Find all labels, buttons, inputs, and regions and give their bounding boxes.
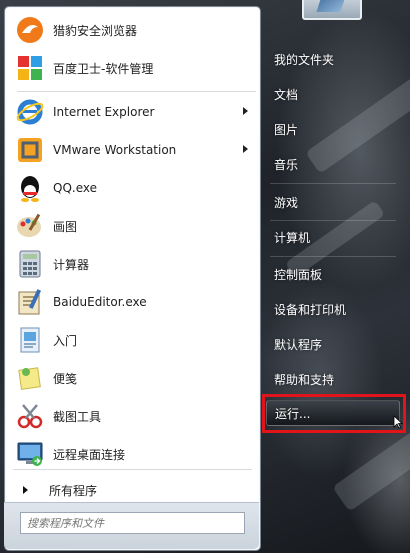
program-label: 计算器 <box>53 257 90 272</box>
place-documents[interactable]: 文档 <box>266 79 400 109</box>
place-label: 游戏 <box>274 195 299 210</box>
user-account-picture[interactable] <box>302 0 362 20</box>
qq-icon <box>21 176 39 202</box>
separator <box>270 256 396 257</box>
snipping-tool-icon <box>17 404 43 429</box>
program-label: 猎豹安全浏览器 <box>53 23 138 38</box>
all-programs-label: 所有程序 <box>49 483 98 498</box>
program-item[interactable]: 百度卫士-软件管理 <box>9 49 256 87</box>
expand-arrow-icon <box>23 486 28 494</box>
calculator-icon <box>19 250 41 278</box>
place-help-support[interactable]: 帮助和支持 <box>266 364 400 394</box>
program-item[interactable]: 入门 <box>9 321 256 359</box>
liebao-browser-icon <box>17 17 43 43</box>
program-item[interactable]: 画图 <box>9 207 256 245</box>
program-label: Internet Explorer <box>53 105 155 119</box>
program-label: BaiduEditor.exe <box>53 295 147 309</box>
place-devices-printers[interactable]: 设备和打印机 <box>266 294 400 324</box>
place-label: 设备和打印机 <box>274 302 347 317</box>
place-label: 默认程序 <box>274 337 323 352</box>
sticky-notes-icon <box>18 367 41 390</box>
internet-explorer-icon <box>16 99 44 125</box>
separator <box>270 220 396 221</box>
separator <box>270 183 396 184</box>
program-label: VMware Workstation <box>53 143 177 157</box>
program-list: 猎豹安全浏览器 百度卫士-软件管理 Internet Explorer VMwa… <box>9 11 256 473</box>
program-item[interactable]: Internet Explorer <box>9 93 256 131</box>
program-label: 百度卫士-软件管理 <box>53 61 154 76</box>
place-pictures[interactable]: 图片 <box>266 114 400 144</box>
software-manager-icon <box>18 56 42 80</box>
remote-desktop-icon <box>17 442 43 466</box>
place-label: 我的文件夹 <box>274 52 335 67</box>
separator <box>13 469 252 470</box>
place-music[interactable]: 音乐 <box>266 149 400 179</box>
place-label: 计算机 <box>274 230 311 245</box>
paint-icon <box>17 213 41 237</box>
place-my-folder[interactable]: 我的文件夹 <box>266 44 400 74</box>
place-default-programs[interactable]: 默认程序 <box>266 329 400 359</box>
place-computer[interactable]: 计算机 <box>266 222 400 252</box>
submenu-arrow-icon <box>243 107 248 115</box>
program-item[interactable]: 远程桌面连接 <box>9 435 256 473</box>
place-label: 音乐 <box>274 157 299 172</box>
program-label: 远程桌面连接 <box>53 447 126 462</box>
highlight-annotation <box>262 394 406 433</box>
search-box-area <box>4 502 259 549</box>
program-item[interactable]: 便笺 <box>9 359 256 397</box>
separator <box>17 91 256 92</box>
place-label: 帮助和支持 <box>274 372 335 387</box>
place-label: 图片 <box>274 122 299 137</box>
mouse-cursor-icon <box>393 415 403 429</box>
program-item[interactable]: 猎豹安全浏览器 <box>9 11 256 49</box>
place-control-panel[interactable]: 控制面板 <box>266 259 400 289</box>
submenu-arrow-icon <box>243 145 248 153</box>
program-item[interactable]: QQ.exe <box>9 169 256 207</box>
program-label: 便笺 <box>53 371 78 386</box>
getting-started-icon <box>20 327 40 353</box>
program-item[interactable]: 截图工具 <box>9 397 256 435</box>
program-label: 入门 <box>53 333 78 348</box>
all-programs-button[interactable]: 所有程序 <box>15 477 255 503</box>
program-item[interactable]: 计算器 <box>9 245 256 283</box>
baidu-editor-icon <box>18 289 42 315</box>
vmware-icon <box>18 138 42 162</box>
program-label: 画图 <box>53 219 78 234</box>
place-label: 控制面板 <box>274 267 323 282</box>
start-menu-programs-pane: 猎豹安全浏览器 百度卫士-软件管理 Internet Explorer VMwa… <box>4 6 261 551</box>
place-label: 文档 <box>274 87 299 102</box>
program-label: 截图工具 <box>53 409 102 424</box>
place-games[interactable]: 游戏 <box>266 187 400 217</box>
program-item[interactable]: VMware Workstation <box>9 131 256 169</box>
search-input[interactable] <box>20 512 245 534</box>
program-label: QQ.exe <box>53 181 97 195</box>
program-item[interactable]: BaiduEditor.exe <box>9 283 256 321</box>
